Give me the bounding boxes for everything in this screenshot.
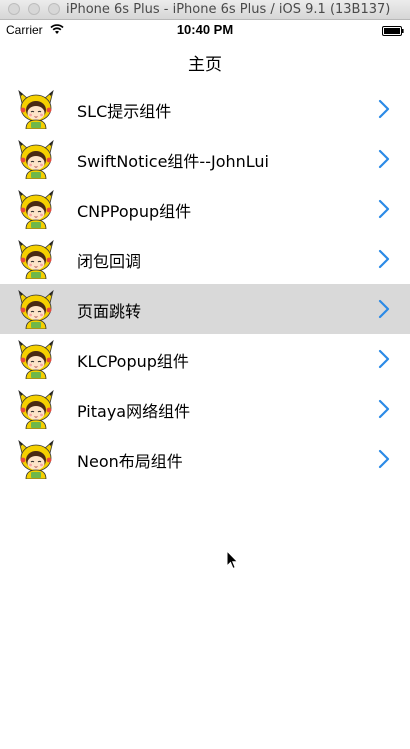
window-title: iPhone 6s Plus - iPhone 6s Plus / iOS 9.… xyxy=(66,2,391,17)
chevron-right-icon xyxy=(378,99,390,119)
chevron-right-icon xyxy=(378,349,390,369)
avatar xyxy=(16,289,56,330)
list-item[interactable]: SLC提示组件 xyxy=(0,84,410,134)
window-zoom-button[interactable] xyxy=(48,3,60,15)
avatar xyxy=(16,389,56,430)
status-time: 10:40 PM xyxy=(176,22,234,37)
chevron-right-icon xyxy=(378,399,390,419)
mouse-cursor-icon xyxy=(226,550,239,570)
list-item[interactable]: Neon布局组件 xyxy=(0,434,410,484)
chevron-right-icon xyxy=(378,249,390,269)
chevron-right-icon xyxy=(378,299,390,319)
list-item[interactable]: 闭包回调 xyxy=(0,234,410,284)
chevron-right-icon xyxy=(378,449,390,469)
avatar xyxy=(16,339,56,380)
list-item-label: SwiftNotice组件--JohnLui xyxy=(77,152,269,171)
window-close-button[interactable] xyxy=(8,3,20,15)
list-item-label: 页面跳转 xyxy=(77,302,142,321)
window-minimize-button[interactable] xyxy=(28,3,40,15)
battery-icon xyxy=(382,26,404,36)
list-item-label: KLCPopup组件 xyxy=(77,352,189,371)
chevron-right-icon xyxy=(378,199,390,219)
list-item[interactable]: KLCPopup组件 xyxy=(0,334,410,384)
avatar xyxy=(16,189,56,230)
chevron-right-icon xyxy=(378,149,390,169)
list-item[interactable]: Pitaya网络组件 xyxy=(0,384,410,434)
list-item-label: 闭包回调 xyxy=(77,252,142,271)
list-item-label: CNPPopup组件 xyxy=(77,202,192,221)
list-item-label: SLC提示组件 xyxy=(77,102,172,121)
window-titlebar: iPhone 6s Plus - iPhone 6s Plus / iOS 9.… xyxy=(0,0,410,20)
avatar xyxy=(16,439,56,480)
avatar xyxy=(16,139,56,180)
ios-status-bar: Carrier 10:40 PM xyxy=(0,20,410,40)
list-item[interactable]: SwiftNotice组件--JohnLui xyxy=(0,134,410,184)
list-item-label: Neon布局组件 xyxy=(77,452,183,471)
simulator-window: iPhone 6s Plus - iPhone 6s Plus / iOS 9.… xyxy=(0,0,410,749)
navigation-bar: 主页 xyxy=(0,40,410,82)
list-item[interactable]: CNPPopup组件 xyxy=(0,184,410,234)
avatar xyxy=(16,89,56,130)
list-item-label: Pitaya网络组件 xyxy=(77,402,191,421)
component-list: SLC提示组件 SwiftNotice组件--JohnLui CNPPopup组件闭… xyxy=(0,84,410,484)
avatar xyxy=(16,239,56,280)
list-item[interactable]: 页面跳转 xyxy=(0,284,410,334)
page-title: 主页 xyxy=(188,55,222,75)
